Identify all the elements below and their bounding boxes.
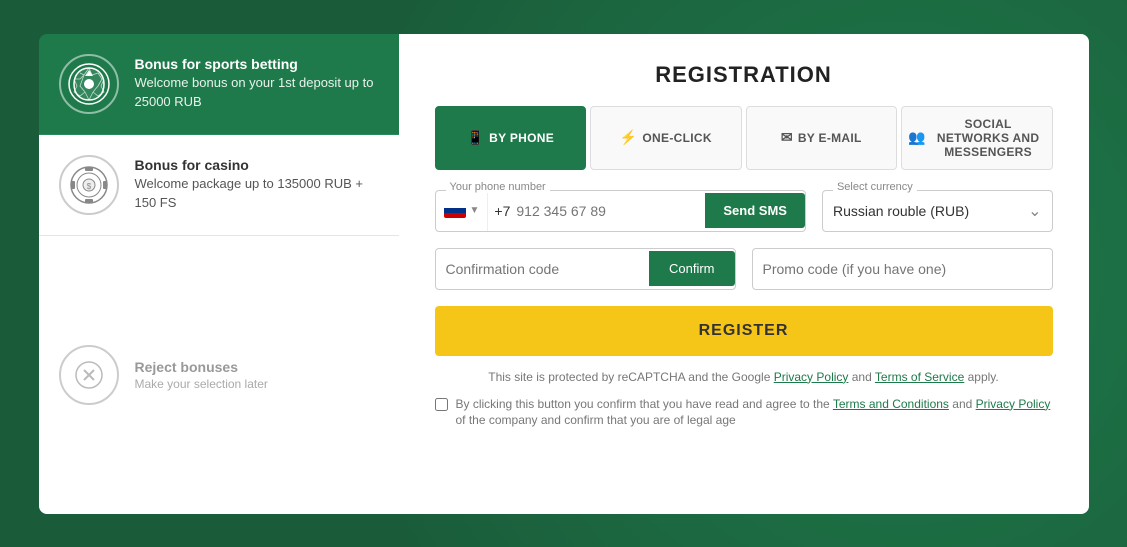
registration-panel: REGISTRATION 📱 BY PHONE ⚡ ONE-CLICK ✉ BY…: [399, 34, 1089, 514]
phone-icon: 📱: [466, 129, 484, 146]
phone-prefix: +7: [488, 203, 516, 219]
casino-bonus-text: Bonus for casino Welcome package up to 1…: [135, 157, 379, 211]
promo-code-group: [752, 248, 1053, 290]
sports-bonus-desc: Welcome bonus on your 1st deposit up to …: [135, 74, 379, 110]
chevron-down-icon: ▼: [470, 205, 480, 216]
close-icon: [59, 345, 119, 405]
currency-label: Select currency: [833, 181, 917, 193]
reject-desc: Make your selection later: [135, 377, 268, 391]
main-container: Bonus for sports betting Welcome bonus o…: [39, 34, 1089, 514]
sports-bonus-text: Bonus for sports betting Welcome bonus o…: [135, 56, 379, 110]
send-sms-button[interactable]: Send SMS: [705, 193, 805, 228]
registration-tabs: 📱 BY PHONE ⚡ ONE-CLICK ✉ BY E-MAIL 👥 SOC…: [435, 106, 1053, 170]
terms-of-service-link[interactable]: Terms of Service: [875, 370, 964, 384]
russian-flag-icon: [444, 203, 466, 218]
reject-title: Reject bonuses: [135, 359, 268, 375]
casino-bonus-desc: Welcome package up to 135000 RUB + 150 F…: [135, 175, 379, 211]
tab-social[interactable]: 👥 SOCIAL NETWORKS AND MESSENGERS: [901, 106, 1053, 170]
tab-by-phone[interactable]: 📱 BY PHONE: [435, 106, 587, 170]
terms-checkbox[interactable]: [435, 398, 448, 411]
promo-code-input[interactable]: [753, 249, 1052, 289]
casino-bonus-title: Bonus for casino: [135, 157, 379, 173]
phone-label: Your phone number: [446, 181, 550, 193]
terms-text: By clicking this button you confirm that…: [456, 396, 1053, 430]
left-panel: Bonus for sports betting Welcome bonus o…: [39, 34, 399, 514]
casino-bonus-card[interactable]: $ Bonus for casino Welcome package up to…: [39, 135, 399, 236]
reject-bonus-card[interactable]: Reject bonuses Make your selection later: [39, 236, 399, 514]
lightning-icon: ⚡: [620, 129, 638, 146]
chevron-down-icon: ⌄: [1028, 201, 1051, 221]
currency-input-group: Select currency Russian rouble (RUB) USD…: [822, 190, 1053, 232]
sports-bonus-card[interactable]: Bonus for sports betting Welcome bonus o…: [39, 34, 399, 135]
confirm-button[interactable]: Confirm: [649, 251, 735, 286]
reject-text: Reject bonuses Make your selection later: [135, 359, 268, 391]
phone-input-group: Your phone number ▼ +7 Send SMS: [435, 190, 806, 232]
email-icon: ✉: [781, 129, 793, 146]
confirmation-code-input[interactable]: [436, 249, 649, 289]
sports-bonus-title: Bonus for sports betting: [135, 56, 379, 72]
currency-select[interactable]: Russian rouble (RUB) USD EUR: [823, 191, 1028, 231]
page-title: REGISTRATION: [435, 62, 1053, 88]
tab-by-email[interactable]: ✉ BY E-MAIL: [746, 106, 898, 170]
phone-currency-row: Your phone number ▼ +7 Send SMS: [435, 190, 1053, 232]
tab-one-click[interactable]: ⚡ ONE-CLICK: [590, 106, 742, 170]
captcha-notice: This site is protected by reCAPTCHA and …: [435, 370, 1053, 384]
privacy-policy-link[interactable]: Privacy Policy: [774, 370, 849, 384]
confirm-promo-row: Confirm: [435, 248, 1053, 290]
terms-and-conditions-link[interactable]: Terms and Conditions: [833, 397, 949, 411]
svg-text:$: $: [86, 182, 91, 191]
terms-privacy-link[interactable]: Privacy Policy: [976, 397, 1051, 411]
casino-chip-icon: $: [59, 155, 119, 215]
people-icon: 👥: [908, 129, 926, 146]
confirmation-code-group: Confirm: [435, 248, 736, 290]
soccer-ball-icon: [59, 54, 119, 114]
phone-input-wrapper: ▼ +7 Send SMS: [436, 191, 805, 231]
phone-field[interactable]: [516, 193, 705, 229]
country-selector[interactable]: ▼: [436, 191, 489, 231]
terms-row: By clicking this button you confirm that…: [435, 396, 1053, 430]
register-button[interactable]: REGISTER: [435, 306, 1053, 356]
